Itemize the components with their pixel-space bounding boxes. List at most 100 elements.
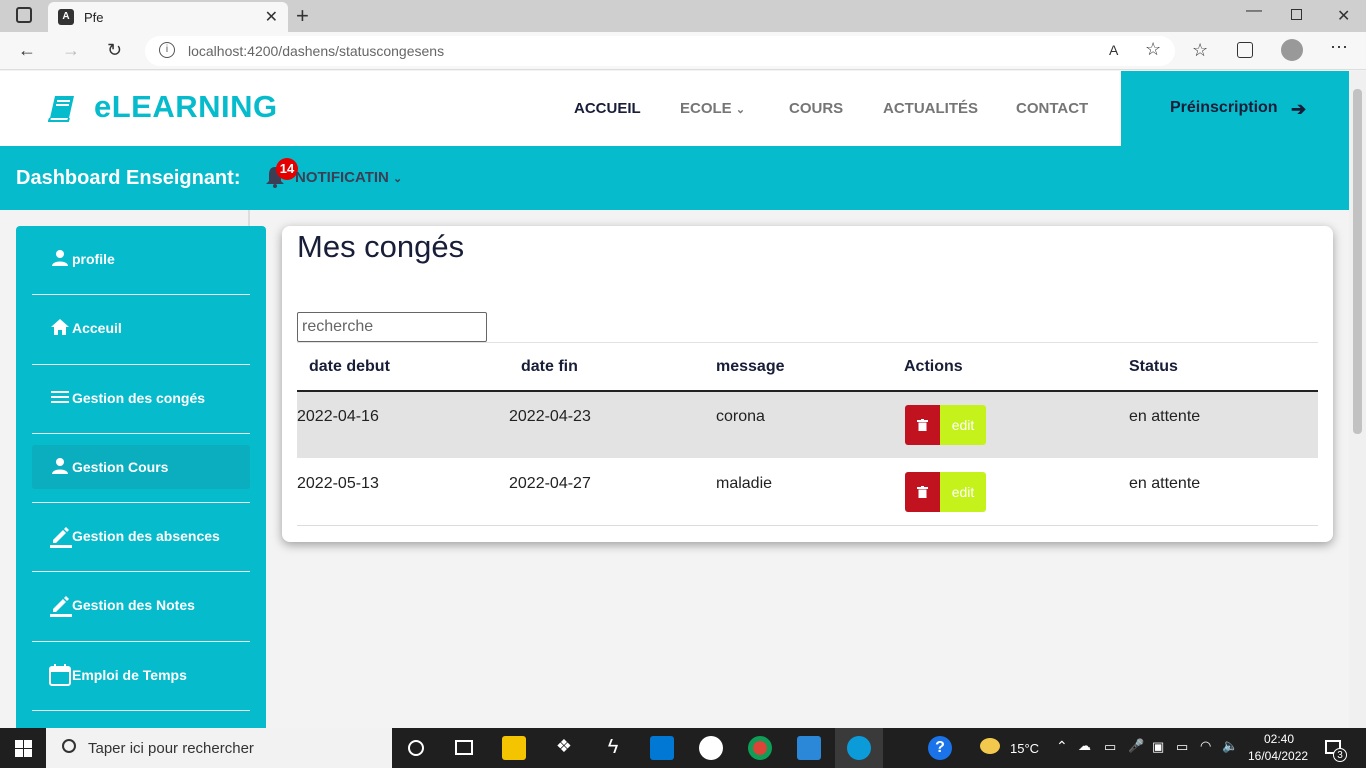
nav-contact[interactable]: CONTACT [1016,100,1088,117]
photos-icon[interactable] [797,736,821,760]
dashboard-bar: Dashboard Enseignant: 14 NOTIFICATIN ⌄ [0,146,1349,210]
tray-chevron-up-icon[interactable]: ⌃ [1056,738,1068,755]
close-window-icon[interactable]: ✕ [1337,6,1350,26]
edit-button[interactable]: edit [940,472,986,512]
edge-icon[interactable] [847,736,871,760]
table-row: 2022-04-16 2022-04-23 corona edit en att… [297,392,1318,458]
cortana-icon[interactable] [408,740,424,756]
browser-tab[interactable]: A Pfe ✕ [48,2,288,32]
clock-time[interactable]: 02:40 [1264,732,1294,746]
sidebar-item-label: Acceuil [72,320,122,336]
meet-icon[interactable]: ▭ [1104,739,1116,755]
windows-start-icon[interactable] [15,740,32,757]
temperature[interactable]: 15°C [1010,741,1039,756]
nav-ecole[interactable]: ECOLE ⌄ [680,100,745,117]
action-center-count: 3 [1333,748,1347,762]
conges-card: Mes congés date debut date fin message A… [282,226,1333,542]
url-text[interactable]: localhost:4200/dashens/statuscongesens [188,43,444,59]
brand-logo[interactable]: eLEARNING [94,89,278,125]
app-icon[interactable]: ϟ [601,736,625,760]
sidebar-item-notes[interactable]: Gestion des Notes [32,583,250,627]
app-icon[interactable] [699,736,723,760]
sidebar-shadow [248,210,250,226]
nav-ecole-label: ECOLE [680,100,732,117]
site-info-icon[interactable]: i [159,42,175,58]
scrollbar-thumb[interactable] [1353,89,1362,434]
sidebar-item-label: Gestion des absences [72,528,220,544]
nav-cours[interactable]: COURS [789,100,843,117]
sidebar-item-conges[interactable]: Gestion des congés [32,376,250,420]
divider [32,294,250,295]
column-header-actions: Actions [904,358,963,375]
profile-avatar-icon[interactable] [1281,39,1303,61]
url-path: :4200/dashens/statuscongesens [243,43,445,59]
sidebar-item-absences[interactable]: Gestion des absences [32,514,250,558]
book-logo-icon [48,96,74,122]
url-host: localhost [188,43,244,59]
battery-icon[interactable]: ▭ [1176,739,1188,755]
cell-message: corona [716,408,765,425]
microphone-icon[interactable]: 🎤 [1128,738,1144,754]
trash-icon [917,419,928,431]
cell-status: en attente [1129,408,1201,425]
column-header-date-debut: date debut [309,358,390,375]
delete-button[interactable] [905,472,941,512]
calendar-icon [49,664,71,686]
nav-actualites[interactable]: ACTUALITÉS [883,100,978,117]
chrome-icon[interactable] [748,736,772,760]
dropbox-icon[interactable]: ❖ [552,736,576,760]
task-view-icon[interactable] [455,740,473,755]
forward-icon[interactable]: → [62,40,80,61]
new-tab-icon[interactable]: + [296,3,309,29]
dashboard-title: Dashboard Enseignant: [16,167,241,189]
edit-button[interactable]: edit [940,405,986,445]
site-header: eLEARNING ACCUEIL ECOLE ⌄ COURS ACTUALIT… [0,71,1349,146]
help-icon[interactable]: ? [928,736,952,760]
notification-dropdown[interactable]: NOTIFICATIN ⌄ [295,169,402,186]
sidebar-item-label: Gestion Cours [72,459,169,475]
minimize-icon[interactable]: — [1246,2,1262,20]
maximize-icon[interactable] [1291,9,1302,20]
page-scrollbar[interactable] [1349,71,1366,728]
windows-taskbar: Taper ici pour rechercher ❖ ϟ ? 15°C ⌃ ☁… [0,728,1366,768]
volume-icon[interactable]: 🔈 [1222,738,1238,754]
delete-button[interactable] [905,405,941,445]
vscode-icon[interactable] [650,736,674,760]
read-aloud-icon[interactable]: A [1109,42,1118,58]
collections-icon[interactable] [1237,42,1253,58]
sidebar-item-emploi[interactable]: Emploi de Temps [32,653,250,697]
address-bar: ← → ↻ i localhost:4200/dashens/statuscon… [0,32,1366,70]
wifi-icon[interactable]: ◠ [1200,738,1211,754]
preinscription-button[interactable]: Préinscription ➔ [1121,71,1349,146]
back-icon[interactable]: ← [18,40,36,61]
cell-date-fin: 2022-04-27 [509,475,591,492]
clock-date[interactable]: 16/04/2022 [1248,749,1308,763]
table-row: 2022-05-13 2022-04-27 maladie edit en at… [297,459,1318,525]
favorite-add-icon[interactable]: ☆ [1145,39,1161,60]
divider [32,710,250,711]
security-icon[interactable]: ▣ [1152,739,1164,755]
favorites-icon[interactable]: ☆ [1192,40,1208,61]
column-header-date-fin: date fin [521,358,578,375]
notification-label: NOTIFICATIN [295,169,389,186]
page-title: Mes congés [297,229,465,264]
more-icon[interactable]: ⋯ [1330,37,1348,58]
divider [32,571,250,572]
sidebar-item-profile[interactable]: profile [32,237,250,281]
reload-icon[interactable]: ↻ [107,40,122,61]
search-icon [62,739,76,753]
onedrive-icon[interactable]: ☁ [1078,738,1091,754]
nav-accueil[interactable]: ACCUEIL [574,100,641,117]
preinscription-label: Préinscription [1170,99,1278,116]
weather-icon[interactable] [980,738,1000,754]
search-input[interactable] [297,312,487,342]
trash-icon [917,486,928,498]
file-explorer-icon[interactable] [502,736,526,760]
url-field[interactable]: i localhost:4200/dashens/statuscongesens… [145,36,1175,66]
tab-actions-icon[interactable] [16,7,32,23]
taskbar-search[interactable]: Taper ici pour rechercher [46,728,392,768]
chevron-down-icon: ⌄ [735,104,746,116]
sidebar-item-cours[interactable]: Gestion Cours [32,445,250,489]
close-tab-icon[interactable]: ✕ [265,7,278,27]
sidebar-item-acceuil[interactable]: Acceuil [32,306,250,350]
